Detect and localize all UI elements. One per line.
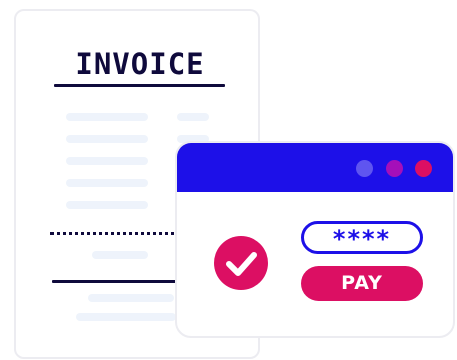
- window-titlebar: [177, 143, 453, 192]
- invoice-text-placeholder: [66, 179, 148, 187]
- invoice-total-line: [52, 280, 184, 283]
- invoice-footer-placeholder: [88, 294, 174, 302]
- check-icon: [214, 236, 268, 290]
- window-dot-icon[interactable]: [356, 160, 373, 177]
- window-dot-icon[interactable]: [386, 160, 403, 177]
- invoice-subtotal-placeholder: [92, 251, 148, 259]
- invoice-dotted-separator: [50, 232, 188, 235]
- invoice-text-placeholder: [66, 113, 148, 121]
- window-dot-icon[interactable]: [415, 160, 432, 177]
- checkmark-icon: [226, 252, 257, 276]
- payment-window: **** PAY: [175, 141, 455, 338]
- invoice-footer-placeholder: [76, 313, 176, 321]
- invoice-title: INVOICE: [75, 47, 205, 81]
- invoice-text-placeholder: [66, 135, 148, 143]
- invoice-text-placeholder: [66, 157, 148, 165]
- invoice-amount-placeholder: [177, 113, 209, 121]
- pay-button[interactable]: PAY: [301, 266, 423, 301]
- invoice-text-placeholder: [66, 201, 148, 209]
- illustration: INVOICE **** PAY: [0, 0, 457, 360]
- invoice-title-underline: [54, 84, 225, 87]
- password-input[interactable]: ****: [301, 221, 423, 254]
